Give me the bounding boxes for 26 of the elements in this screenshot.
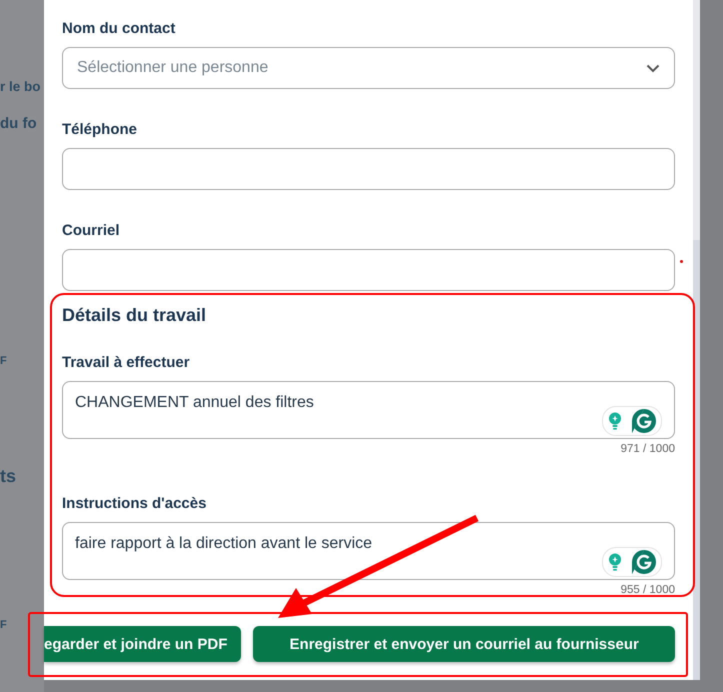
background-text: ts <box>0 466 18 484</box>
assistant-widget[interactable] <box>602 406 662 436</box>
save-send-button[interactable]: Enregistrer et envoyer un courriel au fournisseur <box>253 626 675 662</box>
textarea-field[interactable]: CHANGEMENT annuel des filtres <box>62 381 675 439</box>
lightbulb-icon <box>608 553 622 571</box>
background-text: F <box>0 620 8 630</box>
g-logo-icon[interactable] <box>632 550 656 574</box>
character-counter: 971 / 1000 <box>620 443 675 455</box>
field-label: Téléphone <box>62 121 138 139</box>
background-text: F <box>0 356 8 366</box>
textarea-field[interactable]: faire rapport à la direction avant le service <box>62 522 675 580</box>
lightbulb-icon <box>608 412 622 430</box>
g-logo-icon[interactable] <box>632 409 656 433</box>
character-counter: 955 / 1000 <box>620 584 675 596</box>
field-label: Instructions d'accès <box>62 495 208 513</box>
background-text: r le bo <box>0 80 42 94</box>
contact-select[interactable]: Sélectionner une personne <box>62 47 675 89</box>
phone-input[interactable] <box>62 148 675 190</box>
attach-pdf-button[interactable]: egarder et joindre un PDF <box>44 626 242 662</box>
background-text: du fo <box>0 116 38 130</box>
assistant-widget[interactable] <box>602 547 662 577</box>
section-title: Détails du travail <box>62 305 208 326</box>
field-label: Courriel <box>62 222 121 240</box>
chevron-down-icon <box>646 64 660 72</box>
field-label: Travail à effectuer <box>62 354 191 372</box>
field-label: Nom du contact <box>62 20 176 38</box>
